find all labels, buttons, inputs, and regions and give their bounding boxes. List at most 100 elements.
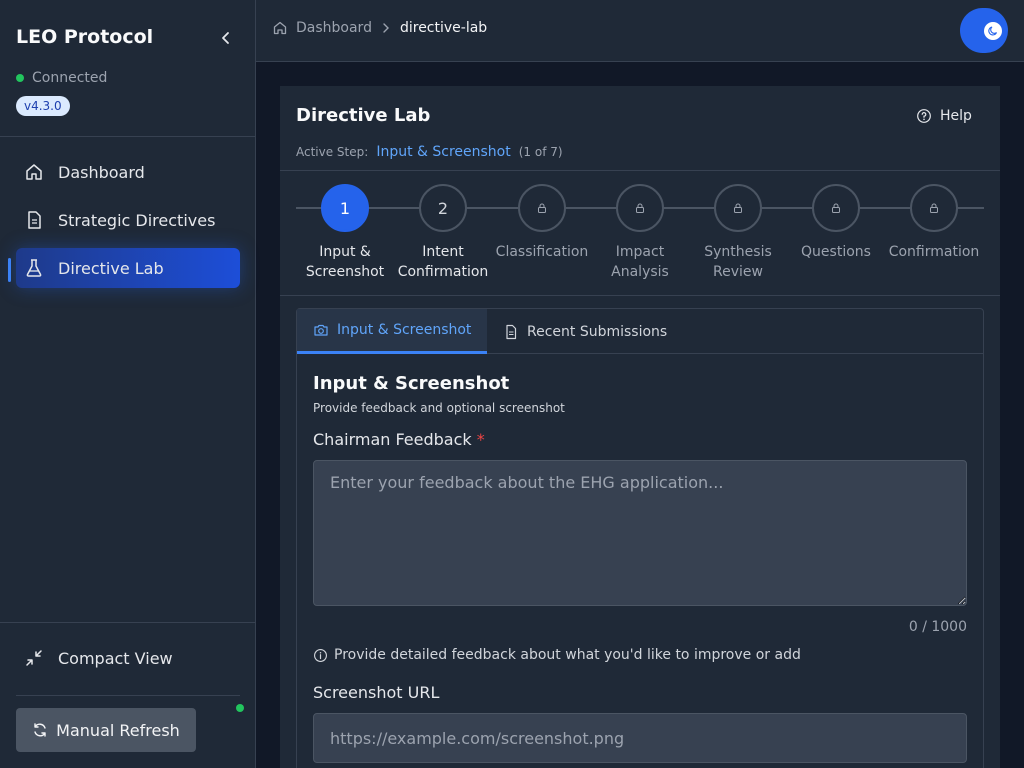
manual-refresh-label: Manual Refresh (56, 720, 180, 740)
compact-view-toggle[interactable]: Compact View (24, 648, 173, 668)
tab-label: Input & Screenshot (337, 322, 472, 338)
screenshot-url-input[interactable] (313, 713, 967, 763)
active-step-name: Input & Screenshot (376, 144, 511, 160)
lock-icon (538, 203, 546, 213)
document-icon (24, 210, 44, 230)
feedback-textarea[interactable] (313, 460, 967, 606)
step-label-line: Screenshot (305, 264, 385, 280)
character-counter: 0 / 1000 (908, 619, 967, 635)
minimize-icon (26, 650, 42, 666)
info-icon (314, 648, 327, 662)
document-icon (506, 324, 517, 339)
tab-recent-submissions[interactable]: Recent Submissions (503, 309, 667, 354)
step-label-line: Questions (801, 244, 871, 260)
breadcrumb-dashboard-link[interactable]: Dashboard (272, 20, 372, 36)
step-label: Confirmation (884, 242, 984, 262)
collapse-sidebar-button[interactable] (216, 28, 236, 48)
lock-icon (734, 203, 742, 213)
help-button[interactable]: Help (916, 108, 972, 124)
sidebar-nav: Dashboard Strategic Directives Directive… (16, 152, 240, 296)
chevron-right-icon (383, 23, 389, 33)
active-step-label: Active Step: (296, 145, 369, 159)
step-label-line: Impact (615, 244, 665, 260)
step-label: Impact Analysis (590, 242, 690, 282)
connection-label: Connected (32, 70, 108, 86)
brand-title: LEO Protocol (16, 26, 154, 48)
step-6: Questions (786, 184, 886, 262)
tab-bar: Input & Screenshot Recent Submissions (297, 309, 983, 354)
sidebar-item-dashboard[interactable]: Dashboard (16, 152, 240, 192)
active-step-indicator: Active Step: Input & Screenshot (1 of 7) (296, 144, 563, 160)
step-7: Confirmation (884, 184, 984, 262)
theme-knob (984, 21, 1002, 40)
step-label-line: Confirmation (397, 264, 489, 280)
lock-icon (636, 203, 644, 213)
sidebar: LEO Protocol Connected v4.3.0 Dashboard … (0, 0, 256, 768)
step-circle: 2 (419, 184, 467, 232)
divider (16, 695, 240, 696)
step-label-line: Analysis (611, 264, 669, 280)
step-3: Classification (492, 184, 592, 262)
step-circle (616, 184, 664, 232)
step-label-line: Synthesis (704, 244, 772, 260)
step-circle (812, 184, 860, 232)
active-nav-indicator (8, 258, 11, 282)
sidebar-item-strategic-directives[interactable]: Strategic Directives (16, 200, 240, 240)
top-header: Dashboard directive-lab (256, 0, 1024, 62)
step-label: Input & Screenshot (295, 242, 395, 282)
page-title: Directive Lab (296, 105, 431, 126)
step-1[interactable]: 1 Input & Screenshot (295, 184, 395, 282)
step-circle (910, 184, 958, 232)
manual-refresh-button[interactable]: Manual Refresh (16, 708, 196, 752)
screenshot-url-label: Screenshot URL (313, 683, 440, 702)
step-circle: 1 (321, 184, 369, 232)
required-mark: * (476, 430, 485, 449)
step-label-line: Confirmation (888, 244, 980, 260)
section-subtitle: Provide feedback and optional screenshot (313, 401, 565, 415)
feedback-label: Chairman Feedback * (313, 430, 485, 449)
step-label: Intent Confirmation (393, 242, 493, 282)
breadcrumb-current: directive-lab (399, 20, 488, 36)
moon-icon (988, 25, 998, 35)
help-label: Help (940, 108, 972, 124)
divider (0, 136, 256, 137)
stepper: 1 Input & Screenshot 2 Intent Confirmati… (280, 171, 1000, 295)
feedback-hint: Provide detailed feedback about what you… (313, 647, 801, 663)
refresh-status-dot (236, 704, 244, 712)
step-circle (518, 184, 566, 232)
feedback-label-text: Chairman Feedback (313, 430, 472, 449)
step-label-line: Intent (422, 244, 464, 260)
active-step-count: (1 of 7) (518, 145, 563, 159)
step-label-line: Review (713, 264, 763, 280)
breadcrumb-home-label: Dashboard (296, 20, 372, 36)
lock-icon (832, 203, 840, 213)
step-label-line: Classification (495, 244, 589, 260)
flask-icon (24, 258, 44, 278)
breadcrumb: Dashboard directive-lab (272, 20, 487, 36)
hint-text: Provide detailed feedback about what you… (334, 647, 801, 663)
input-panel: Input & Screenshot Recent Submissions In… (296, 308, 984, 768)
step-5: Synthesis Review (688, 184, 788, 282)
lock-icon (930, 203, 938, 213)
sidebar-item-label: Strategic Directives (58, 210, 216, 230)
chevron-left-icon (222, 32, 229, 44)
sidebar-item-label: Dashboard (58, 162, 145, 182)
step-4: Impact Analysis (590, 184, 690, 282)
compact-view-label: Compact View (58, 648, 173, 668)
step-label: Classification (492, 242, 592, 262)
step-label-line: Input & (319, 244, 371, 260)
sidebar-item-directive-lab[interactable]: Directive Lab (16, 248, 240, 288)
tab-label: Recent Submissions (527, 323, 668, 340)
step-label: Questions (786, 242, 886, 262)
status-dot (16, 74, 24, 82)
home-icon (273, 21, 287, 35)
camera-icon (314, 324, 328, 336)
theme-toggle[interactable] (960, 8, 1008, 53)
step-2[interactable]: 2 Intent Confirmation (393, 184, 493, 282)
refresh-icon (34, 723, 46, 737)
version-badge: v4.3.0 (16, 96, 70, 116)
step-label: Synthesis Review (688, 242, 788, 282)
tab-input-screenshot[interactable]: Input & Screenshot (297, 309, 487, 354)
sidebar-item-label: Directive Lab (58, 258, 164, 278)
divider (280, 295, 1000, 296)
